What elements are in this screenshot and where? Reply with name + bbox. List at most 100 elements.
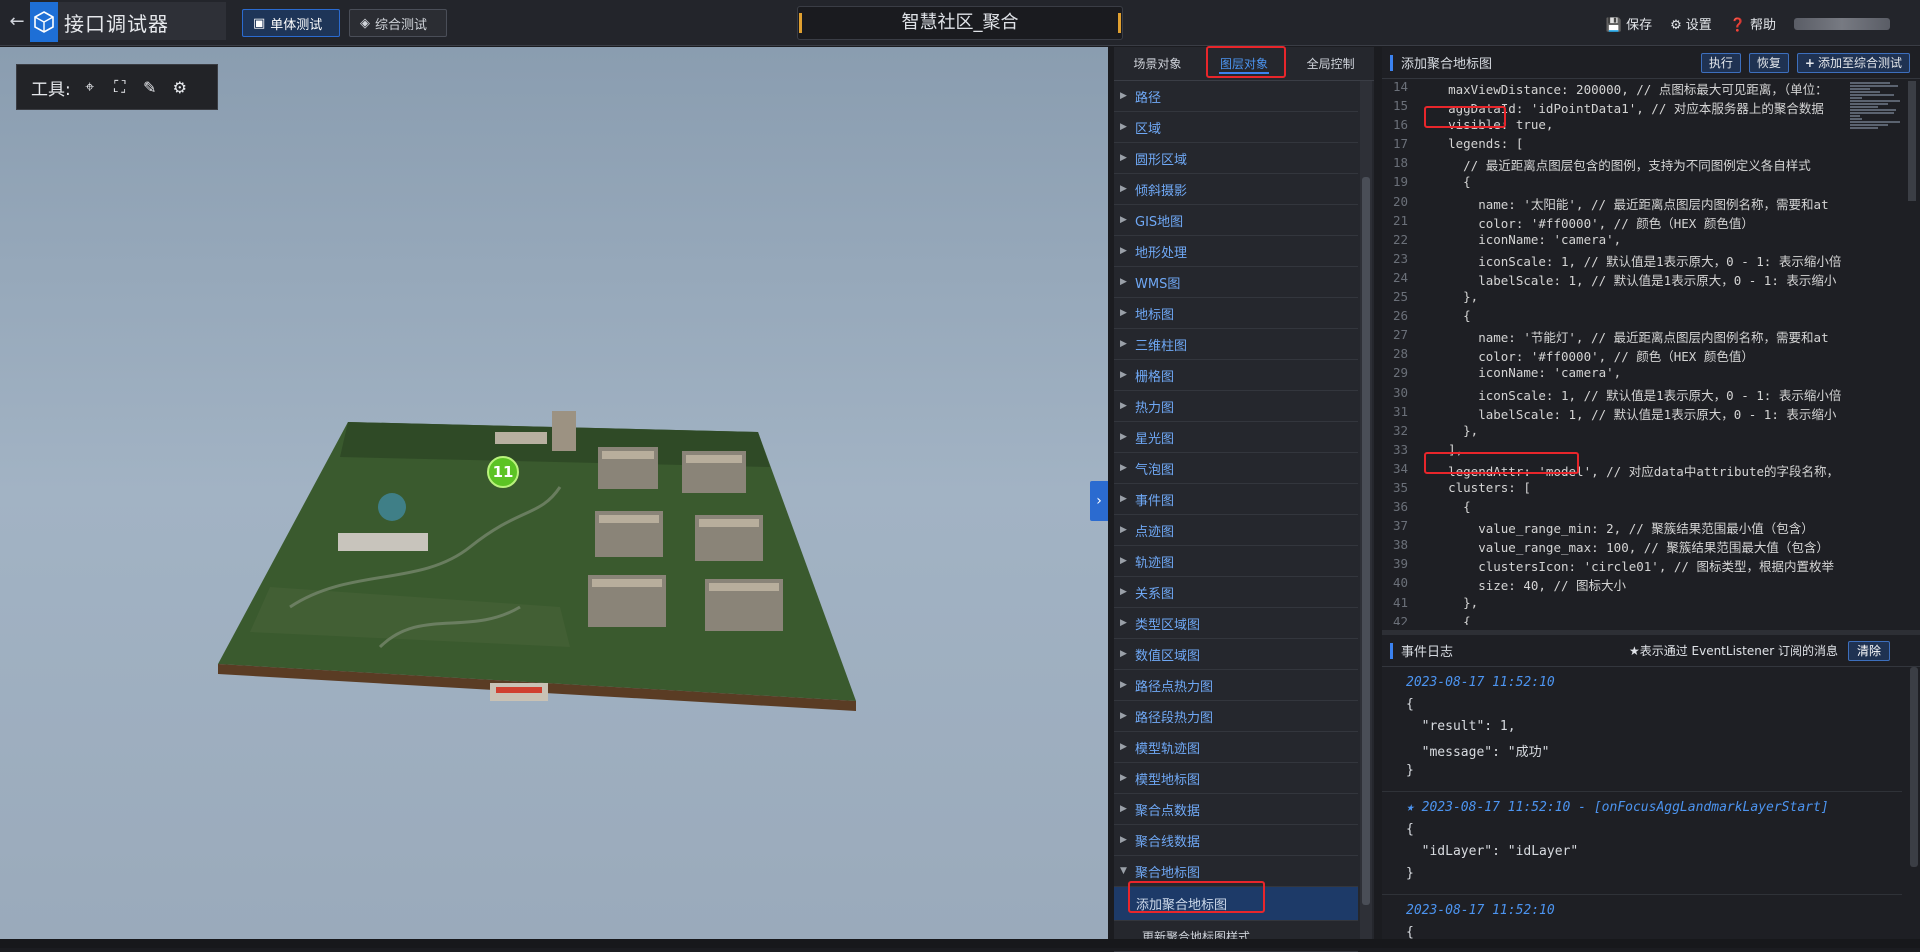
scene-title: 智慧社区_聚合 — [797, 6, 1123, 40]
chevron-right-icon[interactable]: › — [1090, 481, 1108, 521]
code-editor[interactable]: 14 maxViewDistance: 200000, // 点图标最大可见距离… — [1382, 79, 1852, 625]
cluster-count-badge[interactable]: 11 — [487, 456, 519, 488]
cube-icon: ▣ — [253, 15, 266, 31]
line-number: 21 — [1392, 212, 1408, 228]
tree-item[interactable]: ▶ 倾斜摄影 — [1114, 174, 1358, 205]
tree-item[interactable]: ▶ 点迹图 — [1114, 515, 1358, 546]
line-text: value_range_min: 2, // 聚簇结果范围最小值（包含） — [1418, 521, 1814, 537]
log-line: { — [1406, 822, 1414, 837]
tree-item[interactable]: ▶ 聚合线数据 — [1114, 825, 1358, 856]
tab-scene-objects[interactable]: 场景对象 — [1114, 47, 1201, 80]
tree-item[interactable]: ▶ 气泡图 — [1114, 453, 1358, 484]
code-line: 28 color: '#ff0000', // 颜色（HEX 颜色值） — [1382, 346, 1852, 365]
tree-item[interactable]: ▶ 路径点热力图 — [1114, 670, 1358, 701]
scrollbar-thumb[interactable] — [1362, 177, 1370, 905]
code-minimap[interactable] — [1850, 81, 1902, 201]
line-text: clusters: [ — [1418, 479, 1531, 495]
caret-right-icon: ▶ — [1120, 401, 1127, 411]
line-number: 35 — [1392, 479, 1408, 495]
mode-label: 单体测试 — [270, 17, 323, 33]
log-entry: ★ 2023-08-17 11:52:10 - [onFocusAggLandm… — [1382, 792, 1902, 895]
mode-single-test-button[interactable]: ▣ 单体测试 — [242, 9, 340, 37]
tree-item-label: 路径段热力图 — [1135, 710, 1214, 726]
tree-item[interactable]: ▶ 热力图 — [1114, 391, 1358, 422]
clear-log-button[interactable]: 清除 — [1847, 640, 1890, 661]
caret-right-icon: ▶ — [1120, 649, 1127, 659]
tree-item[interactable]: ▶ 圆形区域 — [1114, 143, 1358, 174]
log-line: } — [1406, 866, 1414, 881]
tree-item-label: 模型轨迹图 — [1135, 741, 1201, 757]
tree-item[interactable]: ▶ 类型区域图 — [1114, 608, 1358, 639]
code-line: 40 size: 40, // 图标大小 — [1382, 575, 1852, 594]
tree-item-label: 类型区域图 — [1135, 617, 1201, 633]
tree-item[interactable]: ▶ 轨迹图 — [1114, 546, 1358, 577]
tree-scrollbar[interactable] — [1360, 81, 1372, 939]
tree-item-label: 聚合地标图 — [1135, 865, 1201, 881]
log-line: { — [1406, 697, 1414, 712]
tree-item[interactable]: ▶ 地标图 — [1114, 298, 1358, 329]
3d-viewport[interactable]: 工具: ⌖ ⛶ ✎ ⚙ 11 › — [0, 47, 1108, 939]
log-scrollbar[interactable] — [1910, 667, 1918, 867]
help-button[interactable]: ❓ 帮助 — [1730, 14, 1776, 33]
log-body[interactable]: 2023-08-17 11:52:10 { "result": 1, "messa… — [1382, 667, 1902, 939]
line-text: { — [1418, 499, 1471, 515]
line-number: 23 — [1392, 250, 1408, 266]
mode-label: 综合测试 — [375, 17, 428, 33]
tree-item[interactable]: ▶ 栅格图 — [1114, 360, 1358, 391]
tree-item[interactable]: ▶ 事件图 — [1114, 484, 1358, 515]
tree-item[interactable]: ▶ 模型地标图 — [1114, 763, 1358, 794]
code-line: 32 }, — [1382, 423, 1852, 442]
log-line: { — [1406, 925, 1414, 939]
tree-item[interactable]: ▶ 模型轨迹图 — [1114, 732, 1358, 763]
save-button[interactable]: 💾 保存 — [1606, 14, 1652, 33]
tree-item[interactable]: ▶ 路径 — [1114, 81, 1358, 112]
tree-item[interactable]: ▶ 星光图 — [1114, 422, 1358, 453]
arrow-left-icon[interactable]: ← — [6, 10, 28, 34]
app-logo — [30, 2, 58, 42]
line-number: 38 — [1392, 537, 1408, 553]
tree-item-label: 关系图 — [1135, 586, 1175, 602]
header-accent — [1390, 54, 1393, 71]
top-actions: 💾 保存 ⚙ 设置 ❓ 帮助 — [1606, 14, 1890, 33]
user-avatar[interactable] — [1794, 17, 1890, 30]
layers-icon: ◈ — [360, 15, 370, 31]
code-line: 29 iconName: 'camera', — [1382, 365, 1852, 384]
execute-button[interactable]: 执行 — [1700, 52, 1741, 73]
tree-item[interactable]: ▶ 三维柱图 — [1114, 329, 1358, 360]
add-to-integrated-test-button[interactable]: + 添加至综合测试 — [1796, 52, 1910, 73]
line-text: { — [1418, 613, 1471, 625]
tree-item[interactable]: ▶ WMS图 — [1114, 267, 1358, 298]
restore-button[interactable]: 恢复 — [1748, 52, 1789, 73]
settings-label: 设置 — [1685, 18, 1712, 33]
tree-item-label: 轨迹图 — [1135, 555, 1175, 571]
settings-button[interactable]: ⚙ 设置 — [1670, 14, 1712, 33]
tree-item[interactable]: ▶ 关系图 — [1114, 577, 1358, 608]
code-line: 22 iconName: 'camera', — [1382, 232, 1852, 251]
tree-item[interactable]: ▶ GIS地图 — [1114, 205, 1358, 236]
code-line: 18 // 最近距离点图层包含的图例，支持为不同图例定义各自样式 — [1382, 155, 1852, 174]
caret-right-icon: ▶ — [1120, 277, 1127, 287]
tree-item[interactable]: ▶ 地形处理 — [1114, 236, 1358, 267]
line-text: maxViewDistance: 200000, // 点图标最大可见距离，（单… — [1418, 82, 1828, 97]
caret-right-icon: ▶ — [1120, 618, 1127, 628]
caret-right-icon: ▶ — [1120, 246, 1127, 256]
code-line: 31 labelScale: 1, // 默认值是1表示原大，0 - 1: 表示… — [1382, 404, 1852, 423]
caret-right-icon: ▶ — [1120, 773, 1127, 783]
tree-item[interactable]: ▶ 区域 — [1114, 112, 1358, 143]
code-line: 39 clustersIcon: 'circle01', // 图标类型，根据内… — [1382, 556, 1852, 575]
caret-right-icon: ▶ — [1120, 556, 1127, 566]
tree-list: ▶ 路径 ▶ 区域 ▶ 圆形区域 ▶ 倾斜摄影 ▶ GIS地图 ▶ 地形处理 ▶ WMS图 ▶ 地标图 ▶ 三维柱… — [1114, 81, 1358, 952]
highlight-box — [1424, 452, 1579, 474]
tree-item[interactable]: ▶ 路径段热力图 — [1114, 701, 1358, 732]
log-line: "result": 1, — [1406, 719, 1516, 734]
code-scrollbar[interactable] — [1908, 81, 1916, 201]
line-text: // 最近距离点图层包含的图例，支持为不同图例定义各自样式 — [1418, 158, 1811, 174]
tree-item[interactable]: ▶ 聚合点数据 — [1114, 794, 1358, 825]
line-number: 25 — [1392, 289, 1408, 305]
line-text: { — [1418, 174, 1471, 190]
tree-item[interactable]: ▶ 数值区域图 — [1114, 639, 1358, 670]
mode-integrated-test-button[interactable]: ◈ 综合测试 — [349, 9, 447, 37]
tab-global-control[interactable]: 全局控制 — [1287, 47, 1374, 80]
caret-right-icon: ▶ — [1120, 587, 1127, 597]
code-actions: 执行 恢复 + 添加至综合测试 — [1693, 52, 1920, 73]
